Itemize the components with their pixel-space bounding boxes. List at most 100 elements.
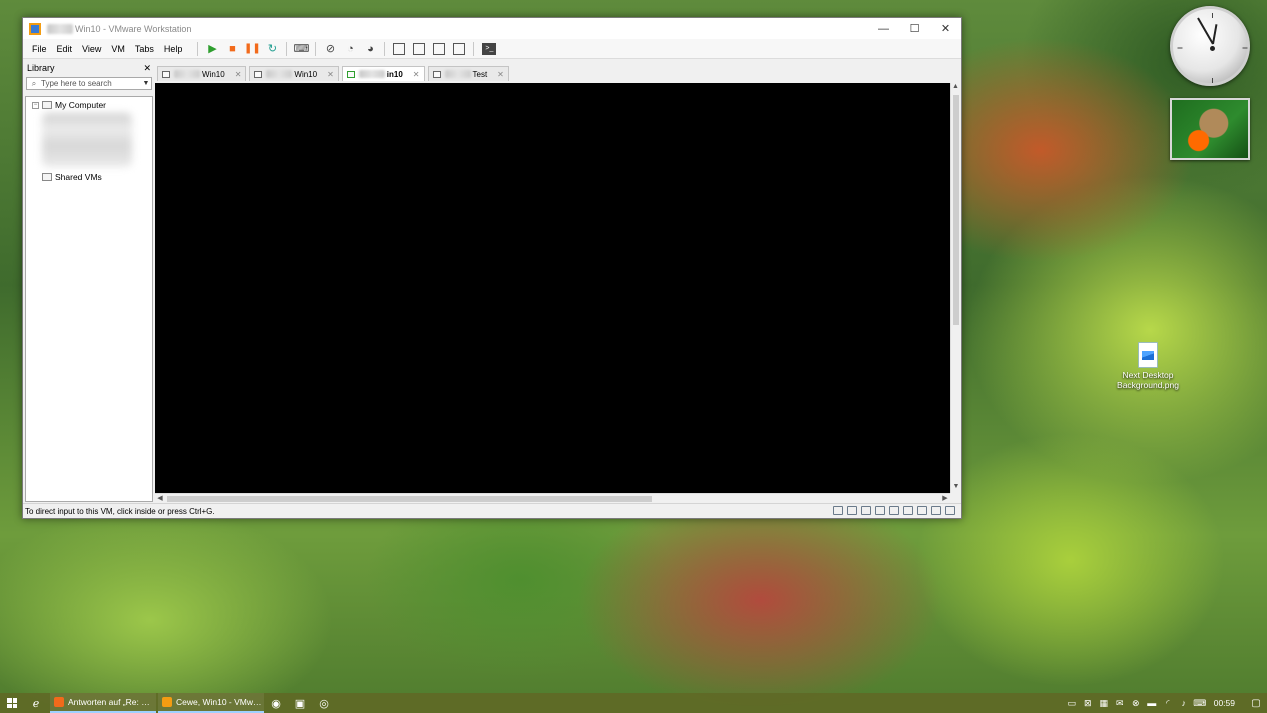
maximize-button[interactable]: ☐ xyxy=(899,18,930,39)
snapshot-manager-icon[interactable]: ◕ xyxy=(361,40,379,58)
thumbnail-bar-icon[interactable] xyxy=(413,42,426,55)
library-search[interactable]: ⌕ Type here to search ▼ xyxy=(26,77,152,90)
volume-icon[interactable]: ♪ xyxy=(1176,698,1192,708)
hard-disk-icon[interactable] xyxy=(833,506,843,515)
menu-edit[interactable]: Edit xyxy=(52,44,78,54)
vm-console[interactable] xyxy=(155,83,950,493)
restart-icon[interactable]: ↻ xyxy=(263,40,281,58)
start-button[interactable] xyxy=(0,698,24,708)
scroll-right-icon[interactable]: ▶ xyxy=(940,494,950,502)
clock-center xyxy=(1210,46,1215,51)
menu-help[interactable]: Help xyxy=(159,44,188,54)
keyboard-icon[interactable]: ⌨ xyxy=(1192,698,1208,709)
title-bar[interactable]: Win10 - VMware Workstation — ☐ ✕ xyxy=(23,18,961,39)
app-icon[interactable]: ◎ xyxy=(312,697,336,710)
collapse-icon[interactable]: − xyxy=(32,101,39,109)
scroll-up-icon[interactable]: ▲ xyxy=(951,83,960,93)
taskbar-task-firefox[interactable]: Antworten auf „Re: W... xyxy=(50,693,156,713)
tab-vm-1[interactable]: Win10 ✕ xyxy=(157,66,247,81)
tab-vm-2[interactable]: Win10 ✕ xyxy=(249,66,339,81)
tray-icon[interactable]: ⊗ xyxy=(1128,698,1144,709)
power-on-icon[interactable]: ▶ xyxy=(203,40,221,58)
search-input[interactable]: Type here to search xyxy=(41,79,141,88)
vm-tab-icon xyxy=(254,70,263,78)
app-icon[interactable]: ▣ xyxy=(288,697,312,710)
network-icon[interactable] xyxy=(875,506,885,515)
minimize-button[interactable]: — xyxy=(868,18,899,39)
printer-icon[interactable] xyxy=(931,506,941,515)
message-log-icon[interactable] xyxy=(945,506,955,515)
taskbar-task-vmware[interactable]: Cewe, Win10 - VMwa... xyxy=(158,693,264,713)
desktop-clock-gadget[interactable] xyxy=(1170,6,1250,86)
tab-close-icon[interactable]: ✕ xyxy=(235,70,242,79)
library-close-icon[interactable]: ✕ xyxy=(143,63,151,74)
clock-minute-hand xyxy=(1197,17,1214,45)
toolbar-separator xyxy=(286,41,288,56)
status-message: To direct input to this VM, click inside… xyxy=(25,506,215,516)
tray-icon[interactable]: ⊠ xyxy=(1080,698,1096,709)
clock-hour-hand xyxy=(1212,24,1218,45)
snapshot-icon[interactable]: ⊘ xyxy=(321,40,339,58)
tray-icon[interactable]: ▭ xyxy=(1064,698,1080,709)
tree-label: Shared VMs xyxy=(55,172,102,182)
sound-icon[interactable] xyxy=(889,506,899,515)
clock-tick xyxy=(1177,47,1183,49)
battery-icon[interactable]: ▬ xyxy=(1144,698,1160,708)
close-button[interactable]: ✕ xyxy=(930,18,961,39)
tray-icon[interactable]: ✉ xyxy=(1112,698,1128,709)
window-title: Win10 - VMware Workstation xyxy=(75,23,192,34)
revert-snapshot-icon[interactable]: ◔ xyxy=(341,40,359,58)
menu-view[interactable]: View xyxy=(77,44,106,54)
show-library-icon[interactable] xyxy=(393,42,406,55)
menu-bar: File Edit View VM Tabs Help ▶ ■ ❚❚ ↻ ⌨ ⊘… xyxy=(23,39,961,59)
clock-tick xyxy=(1212,13,1213,18)
library-tree: − My Computer Shared VMs xyxy=(25,96,153,502)
tab-close-icon[interactable]: ✕ xyxy=(327,70,334,79)
send-ctrl-alt-del-icon[interactable]: ⌨ xyxy=(292,40,310,58)
clock-tick xyxy=(1212,78,1213,83)
vmware-app-icon xyxy=(29,22,41,35)
chevron-down-icon[interactable]: ▼ xyxy=(141,80,151,87)
usb-icon[interactable] xyxy=(903,506,913,515)
menu-vm[interactable]: VM xyxy=(106,44,130,54)
suspend-icon[interactable]: ❚❚ xyxy=(243,40,261,58)
tree-label: My Computer xyxy=(55,100,107,110)
device-status-icons xyxy=(829,506,955,515)
unity-icon[interactable] xyxy=(453,42,466,55)
tab-vm-4[interactable]: Test ✕ xyxy=(427,66,509,81)
tab-close-icon[interactable]: ✕ xyxy=(413,70,420,79)
task-label: Cewe, Win10 - VMwa... xyxy=(176,697,262,707)
camera-icon[interactable] xyxy=(917,506,927,515)
full-screen-icon[interactable] xyxy=(433,42,446,55)
vertical-scrollbar[interactable]: ▲ ▼ xyxy=(950,83,960,493)
taskbar-clock[interactable]: 00:59 xyxy=(1214,698,1235,708)
console-view-icon[interactable]: >_ xyxy=(482,42,497,55)
library-header: Library ✕ xyxy=(24,61,154,75)
edge-browser-icon[interactable]: ℯ xyxy=(24,697,48,710)
tab-vm-3-active[interactable]: in10 ✕ xyxy=(341,66,425,81)
scroll-down-icon[interactable]: ▼ xyxy=(951,483,961,493)
scroll-thumb[interactable] xyxy=(167,496,652,502)
tab-close-icon[interactable]: ✕ xyxy=(497,70,504,79)
action-center-icon[interactable]: ▢ xyxy=(1245,698,1267,709)
scroll-thumb[interactable] xyxy=(953,95,959,325)
tree-item-my-computer[interactable]: − My Computer xyxy=(26,99,152,111)
horizontal-scrollbar[interactable]: ◀ ▶ xyxy=(155,493,950,503)
redacted-tab-name xyxy=(444,70,471,78)
power-off-icon[interactable]: ■ xyxy=(223,40,241,58)
desktop-file-icon[interactable]: Next Desktop Background.png xyxy=(1110,340,1186,390)
cd-dvd-icon[interactable] xyxy=(861,506,871,515)
menu-tabs[interactable]: Tabs xyxy=(130,44,159,54)
hard-disk-icon[interactable] xyxy=(847,506,857,515)
slideshow-gadget[interactable] xyxy=(1170,98,1250,160)
scroll-left-icon[interactable]: ◀ xyxy=(155,494,165,502)
toolbar-separator xyxy=(197,41,199,56)
redacted-tab-name xyxy=(358,70,385,78)
menu-file[interactable]: File xyxy=(27,44,52,54)
wifi-icon[interactable]: ◜ xyxy=(1160,698,1176,709)
vm-tab-icon xyxy=(162,70,170,78)
tree-item-shared-vms[interactable]: Shared VMs xyxy=(26,171,152,183)
vmware-window: Win10 - VMware Workstation — ☐ ✕ File Ed… xyxy=(22,17,962,519)
app-icon[interactable]: ◉ xyxy=(264,697,288,710)
tray-icon[interactable]: ▦ xyxy=(1096,698,1112,709)
